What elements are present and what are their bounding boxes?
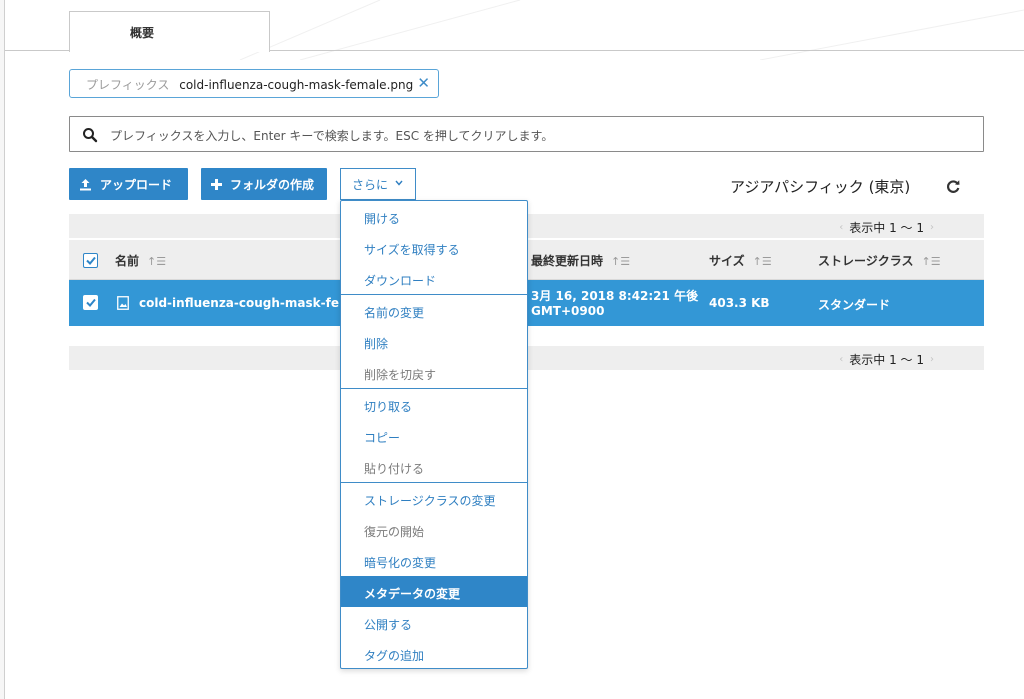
column-label: サイズ [709, 254, 745, 268]
left-panel-edge [0, 0, 5, 699]
sort-icon: ↑☰ [921, 255, 941, 268]
plus-icon [211, 178, 222, 190]
more-actions-menu: 開ける サイズを取得する ダウンロード 名前の変更 削除 削除を切戻す 切り取る… [340, 200, 528, 669]
menu-item-undo-delete: 削除を切戻す [364, 368, 437, 382]
menu-item-change-storage-class[interactable]: ストレージクラスの変更 [341, 483, 527, 514]
menu-item-download[interactable]: ダウンロード [341, 263, 527, 294]
storage-class: スタンダード [818, 298, 891, 312]
filter-key: プレフィックス [86, 78, 170, 92]
menu-item-cut[interactable]: 切り取る [341, 389, 527, 420]
search-placeholder: プレフィックスを入力し、Enter キーで検索します。ESC を押してクリアしま… [110, 129, 554, 143]
menu-item-open[interactable]: 開ける [341, 201, 527, 232]
pagination-bottom: ‹ 表示中 1 〜 1 › [833, 351, 940, 368]
menu-item-change-metadata[interactable]: メタデータの変更 [341, 576, 527, 607]
upload-icon [79, 178, 92, 191]
prefix-filter-chip: プレフィックス cold-influenza-cough-mask-female… [69, 69, 439, 98]
menu-item-copy[interactable]: コピー [341, 420, 527, 451]
chevron-down-icon [395, 179, 403, 189]
filter-value: cold-influenza-cough-mask-female.png [179, 78, 414, 92]
column-label: 最終更新日時 [531, 254, 604, 268]
refresh-icon[interactable] [945, 178, 961, 194]
upload-button[interactable]: アップロード [69, 168, 188, 200]
column-header-size[interactable]: サイズ ↑☰ [709, 252, 772, 269]
modified-date: 3月 16, 2018 8:42:21 午後 [531, 289, 699, 303]
menu-item-rename[interactable]: 名前の変更 [341, 295, 527, 326]
menu-item-initiate-restore: 復元の開始 [364, 525, 425, 539]
tab-overview[interactable]: 概要 [69, 11, 270, 52]
menu-item-change-encryption[interactable]: 暗号化の変更 [341, 545, 527, 576]
more-label: さらに [352, 177, 389, 192]
image-file-icon [117, 296, 129, 310]
upload-label: アップロード [100, 177, 173, 192]
sort-icon: ↑☰ [147, 255, 167, 268]
search-input[interactable]: プレフィックスを入力し、Enter キーで検索します。ESC を押してクリアしま… [69, 116, 984, 152]
region-label: アジアパシフィック (東京) [730, 178, 911, 196]
chevron-left-icon[interactable]: ‹ [839, 222, 843, 233]
tab-bar: 概要 [5, 0, 1024, 52]
file-size: 403.3 KB [709, 296, 770, 310]
menu-item-get-size[interactable]: サイズを取得する [341, 232, 527, 263]
pagination-label: 表示中 1 〜 1 [849, 221, 924, 235]
column-header-modified[interactable]: 最終更新日時 ↑☰ [531, 252, 630, 269]
column-label: ストレージクラス [818, 254, 914, 268]
pagination-label: 表示中 1 〜 1 [849, 353, 924, 367]
sort-icon: ↑☰ [752, 255, 772, 268]
column-header-name[interactable]: 名前 ↑☰ [115, 252, 166, 269]
create-folder-button[interactable]: フォルダの作成 [201, 168, 327, 200]
more-actions-button[interactable]: さらに [340, 168, 416, 200]
sort-icon: ↑☰ [611, 255, 631, 268]
chevron-right-icon[interactable]: › [930, 354, 934, 365]
menu-item-make-public[interactable]: 公開する [341, 607, 527, 638]
checkbox-checked-icon [85, 298, 96, 307]
chevron-right-icon[interactable]: › [930, 222, 934, 233]
menu-item-paste: 貼り付ける [364, 462, 425, 476]
file-name-link[interactable]: cold-influenza-cough-mask-female [139, 296, 372, 310]
chevron-left-icon[interactable]: ‹ [839, 354, 843, 365]
row-checkbox[interactable] [83, 295, 98, 310]
search-icon [83, 128, 98, 143]
column-label: 名前 [115, 254, 140, 268]
create-folder-label: フォルダの作成 [230, 177, 315, 192]
modified-timezone: GMT+0900 [531, 304, 605, 318]
menu-item-delete[interactable]: 削除 [341, 326, 527, 357]
pagination-top: ‹ 表示中 1 〜 1 › [833, 219, 940, 236]
close-icon[interactable]: ✕ [417, 74, 430, 92]
select-all-checkbox[interactable] [83, 253, 98, 268]
menu-item-add-tags[interactable]: タグの追加 [341, 638, 527, 669]
checkbox-checked-icon [85, 256, 96, 265]
column-header-storage-class[interactable]: ストレージクラス ↑☰ [818, 252, 941, 269]
